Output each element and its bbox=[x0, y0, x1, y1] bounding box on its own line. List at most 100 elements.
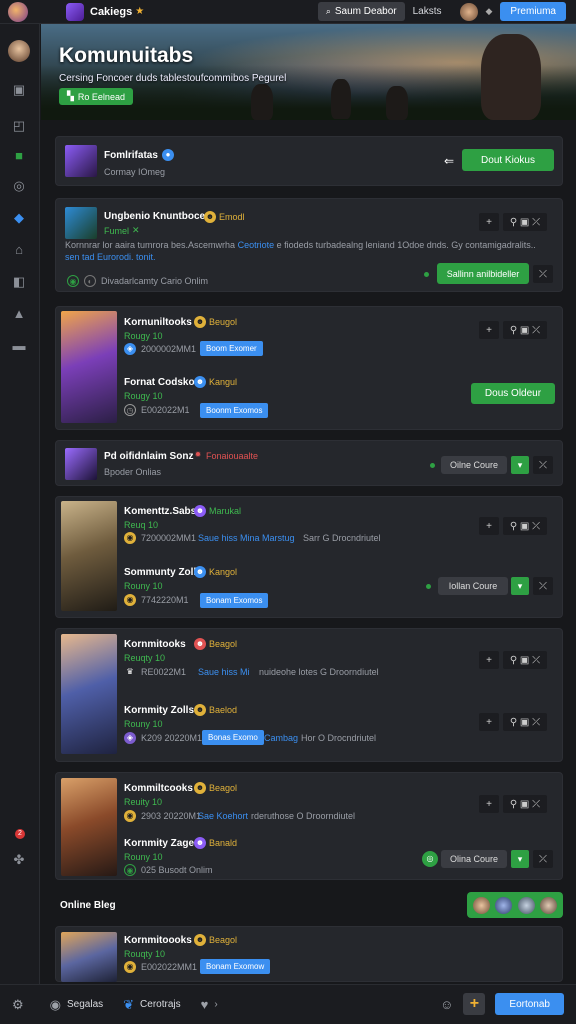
page-subtitle: Cersing Foncoer duds tablestoufcommibos … bbox=[59, 73, 287, 84]
member-name[interactable]: Komenttz.Sabs bbox=[124, 506, 196, 517]
search-button[interactable]: ⌕ Saum Deabor bbox=[317, 2, 405, 21]
pin-share-icons[interactable]: ⚲ ▣ ⤫ bbox=[503, 651, 547, 669]
inbox-icon[interactable]: ▣ bbox=[11, 82, 27, 98]
add-icon[interactable]: + bbox=[479, 795, 499, 813]
bottom-join-button[interactable]: Eortonab bbox=[495, 993, 564, 1015]
event-name[interactable]: Kornuniltooks bbox=[124, 317, 192, 328]
channel-meta: Bpoder Onlias bbox=[104, 467, 162, 477]
hero-banner: Komunuitabs Cersing Foncoer duds tablest… bbox=[41, 24, 576, 120]
post-body-link[interactable]: Ceotriote bbox=[238, 240, 275, 250]
favorites-item[interactable]: ♥ › bbox=[201, 997, 218, 1012]
member-status-button[interactable]: Iollan Coure bbox=[438, 577, 508, 595]
triangle-icon[interactable]: ▲ bbox=[11, 306, 27, 322]
event-tag[interactable]: Boom Exomer bbox=[200, 341, 263, 356]
pin-share-icons[interactable]: ⚲ ▣ ⤫ bbox=[503, 213, 547, 231]
verified-icon: ● bbox=[162, 149, 174, 161]
post-action-button[interactable]: Sallinn anilbideller bbox=[437, 263, 529, 284]
bottom-nav-item[interactable]: ❦ Cerotrajs bbox=[123, 997, 180, 1013]
chevron-down-icon[interactable]: ▾ bbox=[511, 577, 529, 595]
puzzle-icon[interactable]: ◆ bbox=[11, 210, 27, 226]
add-button[interactable]: + bbox=[463, 993, 486, 1015]
more-icon[interactable]: ⤫ bbox=[533, 850, 553, 868]
community-thumbnail[interactable] bbox=[65, 145, 97, 177]
member-status-button[interactable]: Olina Coure bbox=[441, 850, 507, 868]
pin-share-icons[interactable]: ⚲ ▣ ⤫ bbox=[503, 517, 547, 535]
member-name[interactable]: Kornmitooks bbox=[124, 639, 186, 650]
tag-icon[interactable]: ◧ bbox=[11, 274, 27, 290]
member-name[interactable]: Kommiltcooks bbox=[124, 783, 193, 794]
member-thumbnail[interactable] bbox=[61, 778, 117, 876]
member-link[interactable]: Cambag bbox=[264, 733, 298, 743]
add-icon[interactable]: + bbox=[479, 517, 499, 535]
apps-icon[interactable]: ✤ bbox=[11, 852, 27, 868]
user-avatar[interactable] bbox=[459, 2, 478, 21]
top-link[interactable]: Laksts bbox=[413, 6, 442, 17]
sidebar-avatar[interactable] bbox=[8, 40, 30, 62]
more-icon[interactable]: ⤫ bbox=[533, 456, 553, 474]
event-name[interactable]: Fornat Codsko bbox=[124, 377, 195, 388]
online-avatar[interactable] bbox=[540, 896, 558, 914]
app-logo[interactable] bbox=[8, 1, 28, 22]
hero-figure bbox=[331, 79, 351, 119]
video-icon[interactable]: ▬ bbox=[11, 338, 27, 354]
event-thumbnail[interactable] bbox=[61, 311, 117, 423]
more-icon[interactable]: ⤫ bbox=[533, 577, 553, 595]
member-thumbnail[interactable] bbox=[61, 501, 117, 611]
member-badge: Banald bbox=[209, 838, 238, 848]
settings-item[interactable]: ⚙ bbox=[12, 997, 24, 1013]
online-avatar[interactable] bbox=[517, 896, 535, 914]
member-tag[interactable]: Bonam Exomos bbox=[200, 593, 269, 608]
member-link[interactable]: Saue hiss Mina Marstug bbox=[198, 533, 295, 543]
chart-icon[interactable]: ◰ bbox=[11, 118, 27, 134]
close-x-icon[interactable]: ✕ bbox=[132, 225, 140, 236]
member-name[interactable]: Kornmity Zolls bbox=[124, 705, 194, 716]
member-thumbnail[interactable] bbox=[61, 634, 117, 754]
community-icon[interactable]: ■ bbox=[11, 148, 27, 164]
pin-share-icons[interactable]: ⚲ ▣ ⤫ bbox=[503, 713, 547, 731]
event-tag[interactable]: Boonm Exomos bbox=[200, 403, 269, 418]
channel-status-button[interactable]: Oilne Coure bbox=[441, 456, 507, 474]
back-arrow-icon[interactable]: ⇐ bbox=[444, 154, 454, 168]
add-icon[interactable]: + bbox=[479, 651, 499, 669]
join-community-button[interactable]: Dout Kiokus bbox=[462, 149, 554, 171]
member-actions: + ⚲ ▣ ⤫ bbox=[479, 517, 547, 535]
crown-icon: ♛ bbox=[126, 667, 134, 676]
add-icon[interactable]: + bbox=[479, 713, 499, 731]
home-icon[interactable]: ⌂ bbox=[11, 242, 27, 258]
online-avatar[interactable] bbox=[472, 896, 490, 914]
emoji-icon: ☻ bbox=[194, 566, 206, 578]
emoji-picker-icon[interactable]: ☺ bbox=[440, 997, 453, 1012]
pin-share-icons[interactable]: ⚲ ▣ ⤫ bbox=[503, 321, 547, 339]
post-body-link[interactable]: sen bbox=[65, 252, 82, 262]
chevron-down-icon[interactable]: ▾ bbox=[511, 850, 529, 868]
post-title[interactable]: Ungbenio Knuntboces bbox=[104, 211, 211, 222]
member-thumbnail[interactable] bbox=[61, 932, 117, 982]
bottom-nav-item[interactable]: ◉ Segalas bbox=[50, 997, 103, 1013]
premium-button[interactable]: Premiuma bbox=[500, 2, 566, 21]
member-tag[interactable]: Bonas Exomo bbox=[202, 730, 264, 745]
more-icon[interactable]: ⤫ bbox=[533, 265, 553, 283]
member-link[interactable]: Saue hiss Mi bbox=[198, 667, 250, 677]
hero-figure bbox=[251, 84, 273, 120]
event-action-button[interactable]: Dous Oldeur bbox=[471, 383, 555, 404]
chevron-down-icon[interactable]: ▾ bbox=[511, 456, 529, 474]
online-avatar[interactable] bbox=[495, 896, 513, 914]
member-name[interactable]: Sommunty Zolls bbox=[124, 567, 202, 578]
add-icon[interactable]: + bbox=[479, 321, 499, 339]
pin-share-icons[interactable]: ⚲ ▣ ⤫ bbox=[503, 795, 547, 813]
channel-thumbnail[interactable] bbox=[65, 448, 97, 480]
hero-button[interactable]: ▚ Ro Eelnead bbox=[59, 88, 133, 105]
member-name[interactable]: Kornmity Zage bbox=[124, 838, 194, 849]
compass-icon[interactable]: ◎ bbox=[11, 178, 27, 194]
member-link[interactable]: Sae Koehort bbox=[198, 811, 248, 821]
post-thumbnail[interactable] bbox=[65, 207, 97, 239]
post-card: Ungbenio Knuntboces ☻ Emodl Fumel ✕ Korn… bbox=[55, 198, 563, 292]
post-body-link[interactable]: tad Eurorodi. tonit. bbox=[82, 252, 156, 262]
community-name[interactable]: Fomlrifatas bbox=[104, 150, 158, 161]
member-tag[interactable]: Bonam Exomow bbox=[200, 959, 271, 974]
add-icon[interactable]: + bbox=[479, 213, 499, 231]
member-name[interactable]: Kornmitoooks bbox=[124, 935, 192, 946]
workspace-name[interactable]: Cakiegs bbox=[90, 6, 132, 18]
channel-name[interactable]: Pd oifidnlaim Sonz bbox=[104, 451, 193, 462]
workspace-icon[interactable] bbox=[66, 2, 84, 21]
